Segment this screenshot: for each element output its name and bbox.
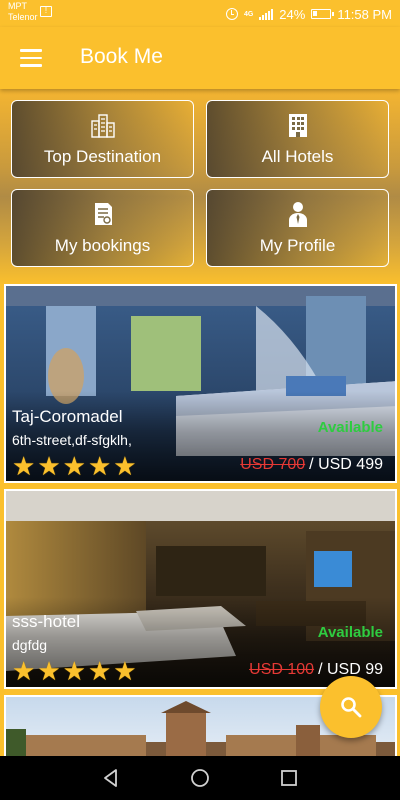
carrier-label: MPT Telenor xyxy=(8,1,38,23)
back-icon[interactable] xyxy=(101,768,121,788)
carrier-line-1: MPT xyxy=(8,1,27,11)
star-rating: ★ ★ ★ ★ ★ xyxy=(12,656,137,686)
star-icon: ★ xyxy=(113,656,137,686)
star-icon: ★ xyxy=(62,656,86,686)
search-fab-button[interactable] xyxy=(320,676,382,738)
network-type: 4G xyxy=(243,10,254,18)
menu-grid: Top Destination All Hotels My bookings M… xyxy=(0,89,400,285)
search-icon xyxy=(341,697,362,718)
app-bar: Book Me xyxy=(0,27,400,89)
current-price: USD 499 xyxy=(318,456,383,473)
battery-icon xyxy=(311,9,335,19)
star-icon: ★ xyxy=(12,451,36,481)
price-row: USD 700/ USD 499 xyxy=(240,456,383,474)
home-icon[interactable] xyxy=(190,768,210,788)
price-row: USD 100/ USD 99 xyxy=(249,661,383,679)
star-icon: ★ xyxy=(12,656,36,686)
hotel-card[interactable]: sss-hotel dgfdg ★ ★ ★ ★ ★ Available USD … xyxy=(4,489,397,689)
hotel-card[interactable]: Taj-Coromadel 6th-street,df-sfgklh, ★ ★ … xyxy=(4,284,397,483)
carrier-line-2: Telenor xyxy=(8,12,38,22)
system-nav-bar xyxy=(0,756,400,800)
star-rating: ★ ★ ★ ★ ★ xyxy=(12,451,137,481)
hotel-building-icon xyxy=(288,114,307,137)
menu-tile-all-hotels[interactable]: All Hotels xyxy=(206,100,389,178)
person-icon xyxy=(288,202,307,227)
hamburger-menu-icon[interactable] xyxy=(20,49,42,67)
price-separator: / xyxy=(309,456,314,473)
alarm-icon xyxy=(225,8,238,20)
menu-tile-label: All Hotels xyxy=(261,147,334,166)
menu-tile-top-destination[interactable]: Top Destination xyxy=(11,100,194,178)
menu-tile-my-profile[interactable]: My Profile xyxy=(206,189,389,267)
menu-tile-my-bookings[interactable]: My bookings xyxy=(11,189,194,267)
battery-percent: 24% xyxy=(279,6,306,22)
availability-status: Available xyxy=(317,624,383,641)
hotel-address: 6th-street,df-sfgklh, xyxy=(12,432,132,448)
hotel-name: Taj-Coromadel xyxy=(12,407,123,426)
price-separator: / xyxy=(318,661,323,678)
status-bar: MPT Telenor ! 4G 24% 11:58 PM xyxy=(0,0,400,27)
star-icon: ★ xyxy=(113,451,137,481)
app-title: Book Me xyxy=(80,45,163,68)
star-icon: ★ xyxy=(87,656,112,686)
city-buildings-icon xyxy=(90,114,115,138)
menu-tile-label: My Profile xyxy=(259,236,336,255)
signal-icon xyxy=(259,8,274,20)
clock: 11:58 PM xyxy=(337,6,392,22)
star-icon: ★ xyxy=(37,656,61,686)
star-icon: ★ xyxy=(37,451,61,481)
original-price: USD 700 xyxy=(240,456,306,473)
menu-tile-label: My bookings xyxy=(54,236,151,255)
star-icon: ★ xyxy=(87,451,112,481)
network-type-icon: 4G xyxy=(244,11,253,18)
status-indicators: 4G 24% 11:58 PM xyxy=(225,5,392,23)
document-icon xyxy=(94,203,112,225)
hotel-name: sss-hotel xyxy=(12,612,81,631)
original-price: USD 100 xyxy=(249,661,315,678)
availability-status: Available xyxy=(317,419,383,436)
star-icon: ★ xyxy=(62,451,86,481)
recents-icon[interactable] xyxy=(279,768,299,788)
hotel-address: dgfdg xyxy=(12,637,48,653)
sim-icon: ! xyxy=(40,6,52,17)
menu-tile-label: Top Destination xyxy=(43,147,162,166)
